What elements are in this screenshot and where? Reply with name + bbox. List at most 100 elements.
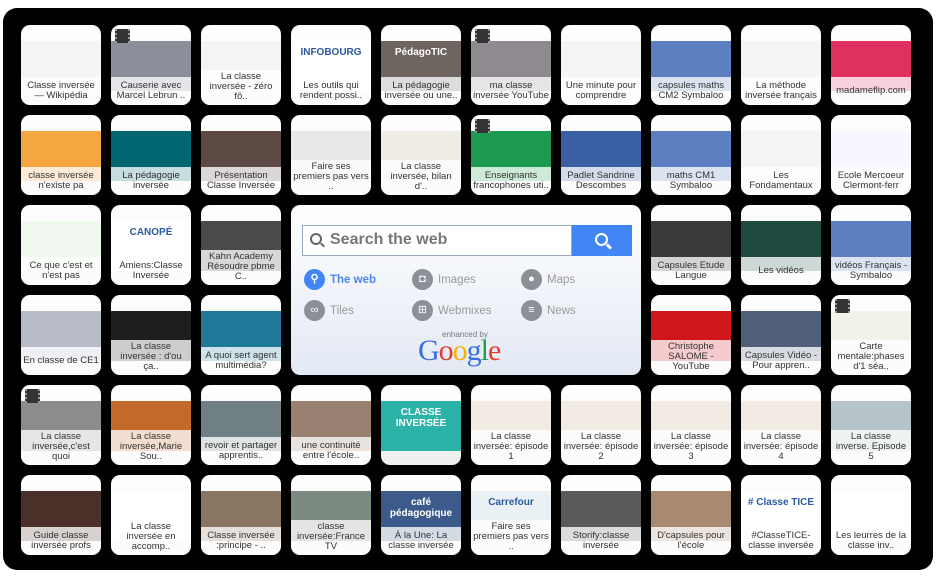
tile[interactable]: maths CM1 Symbaloo [651, 115, 731, 195]
tile-label: La classe inversée : d'ou ça.. [111, 340, 191, 375]
search-option-tiles[interactable]: ∞ Tiles [304, 300, 354, 321]
tile[interactable]: En classe de CE1 [21, 295, 101, 375]
tile-label: Présentation Classe Inversée [201, 167, 281, 195]
tile[interactable]: café pédagogique À la Une: La classe inve… [381, 475, 461, 555]
search-button[interactable] [572, 225, 632, 256]
tile-label: vidéos Français - Symbaloo [831, 257, 911, 285]
tile-logo: CLASSE INVERSÉE [395, 407, 447, 429]
tile[interactable]: La classe inversée: épisode 4 [741, 385, 821, 465]
search-option-label: The web [330, 273, 377, 286]
tile[interactable]: Enseignants francophones uti.. [471, 115, 551, 195]
tile[interactable]: Capsules Vidéo - Pour appren.. [741, 295, 821, 375]
video-icon [475, 29, 490, 43]
tile[interactable]: Classe inversée — Wikipédia [21, 25, 101, 105]
tile[interactable]: Une minute pour comprendre [561, 25, 641, 105]
tile[interactable]: Les leurres de la classe inv.. [831, 475, 911, 555]
tile[interactable]: revoir et partager apprentis.. [201, 385, 281, 465]
search-option-images[interactable]: ◘ Images [412, 269, 476, 290]
tile[interactable]: ma classe inversée YouTube [471, 25, 551, 105]
tile[interactable]: La classe inversée, bilan d'.. [381, 115, 461, 195]
tile-logo: Carrefour [488, 497, 534, 508]
tile[interactable]: Ce que c'est et n'est pas [21, 205, 101, 285]
tile[interactable]: La classe inversée en accomp.. [111, 475, 191, 555]
tile[interactable]: La classe inversée,c'est quoi [21, 385, 101, 465]
tile-label: Padlet Sandrine Descombes [561, 167, 641, 195]
tile[interactable]: vidéos Français - Symbaloo [831, 205, 911, 285]
tile-label: Carte mentale:phases d'1 séa.. [831, 340, 911, 375]
tile[interactable]: PédagoTIC La pédagogie inversée ou une.. [381, 25, 461, 105]
tile[interactable]: Les vidéos [741, 205, 821, 285]
tile[interactable]: classe inversée:France TV [291, 475, 371, 555]
tile-label: Kahn Academy Résoudre pbme C.. [201, 250, 281, 285]
tile-label: La classe inversée,c'est quoi [21, 430, 101, 465]
tile[interactable]: Capsules Etude Langue [651, 205, 731, 285]
tile[interactable]: Kahn Academy Résoudre pbme C.. [201, 205, 281, 285]
tile-label: La classe inversée: épisode 2 [561, 430, 641, 465]
tile[interactable]: La classe inversée - zéro fô.. [201, 25, 281, 105]
search-option-label: Images [438, 273, 476, 286]
video-icon [475, 119, 490, 133]
tile-label: La classe inversée: épisode 1 [471, 430, 551, 465]
tile[interactable]: Classe inversée :principe - .. [201, 475, 281, 555]
tile-label: La pédagogie inversée ou une.. [381, 77, 461, 105]
tile[interactable]: Christophe SALOME - YouTube [651, 295, 731, 375]
tile-label: Une minute pour comprendre [561, 77, 641, 105]
tile[interactable]: Carte mentale:phases d'1 séa.. [831, 295, 911, 375]
tile-label: La méthode inversée français [741, 77, 821, 105]
tile-label: madameflip.com [831, 77, 911, 105]
tile[interactable]: une continuité entre l'école.. [291, 385, 371, 465]
tile[interactable]: La méthode inversée français [741, 25, 821, 105]
search-input[interactable]: Search the web [302, 225, 572, 256]
search-option-webmixes[interactable]: ⊞ Webmixes [412, 300, 491, 321]
tile-label: La classe inversée: épisode 4 [741, 430, 821, 465]
tile-thumbnail: CLASSE INVERSÉE [381, 401, 461, 451]
video-icon [115, 29, 130, 43]
tile[interactable]: La classe inversée: épisode 1 [471, 385, 551, 465]
tile-label: La classe inverse. Episode 5 [831, 430, 911, 465]
tile[interactable]: La classe inversée: épisode 2 [561, 385, 641, 465]
search-option-the-web[interactable]: ⚲ The web [304, 269, 376, 290]
tile-label: Faire ses premiers pas vers .. [471, 520, 551, 555]
tile[interactable]: INFOBOURG Les outils qui rendent possi.. [291, 25, 371, 105]
search-option-maps[interactable]: ● Maps [521, 269, 575, 290]
tile[interactable]: Ecole Mercoeur Clermont-ferr [831, 115, 911, 195]
tile[interactable]: La classe inversée,Marie Sou.. [111, 385, 191, 465]
tile[interactable]: CLASSE INVERSÉE [381, 385, 461, 465]
tile-label: Amiens:Classe Inversée [111, 257, 191, 285]
tile[interactable]: CANOPÉ Amiens:Classe Inversée [111, 205, 191, 285]
tile-logo: PédagoTIC [394, 47, 448, 58]
tile[interactable]: Carrefour Faire ses premiers pas vers .. [471, 475, 551, 555]
search-placeholder: Search the web [330, 231, 448, 248]
tile[interactable]: Faire ses premiers pas vers .. [291, 115, 371, 195]
tile[interactable]: madameflip.com [831, 25, 911, 105]
tile[interactable]: D'capsules pour l'école [651, 475, 731, 555]
search-option-label: Tiles [330, 304, 354, 317]
tile[interactable]: La pédagogie inversée [111, 115, 191, 195]
tile-label: A quoi sert agent multimédia? [201, 347, 281, 375]
tile[interactable]: A quoi sert agent multimédia? [201, 295, 281, 375]
video-icon [835, 299, 850, 313]
search-option-label: Maps [547, 273, 576, 286]
search-option-news[interactable]: ≡ News [521, 300, 576, 321]
tile-label: La classe inversée, bilan d'.. [381, 160, 461, 195]
tile[interactable]: Les Fondamentaux [741, 115, 821, 195]
tile-label: Ce que c'est et n'est pas [21, 257, 101, 285]
tile-label: La classe inversée - zéro fô.. [201, 70, 281, 105]
search-option-label: Webmixes [438, 304, 492, 317]
tile[interactable]: La classe inverse. Episode 5 [831, 385, 911, 465]
tile[interactable]: Guide classe inversée profs [21, 475, 101, 555]
enhanced-by-text: enhanced by [442, 330, 488, 339]
tile[interactable]: Présentation Classe Inversée [201, 115, 281, 195]
tile[interactable]: capsules maths CM2 Symbaloo [651, 25, 731, 105]
tile[interactable]: classe inversée n'existe pa [21, 115, 101, 195]
tile[interactable]: Storify:classe inversée [561, 475, 641, 555]
tile-label: Classe inversée :principe - .. [201, 527, 281, 555]
tile[interactable]: Causerie avec Marcel Lebrun .. [111, 25, 191, 105]
tile[interactable]: La classe inversée : d'ou ça.. [111, 295, 191, 375]
tile-label: En classe de CE1 [21, 347, 101, 375]
tile[interactable]: # Classe TICE #ClasseTICE-classe inversée [741, 475, 821, 555]
tile-logo: INFOBOURG [300, 47, 362, 58]
tile[interactable]: La classe inversée: épisode 3 [651, 385, 731, 465]
tile[interactable]: Padlet Sandrine Descombes [561, 115, 641, 195]
search-option-label: News [547, 304, 576, 317]
